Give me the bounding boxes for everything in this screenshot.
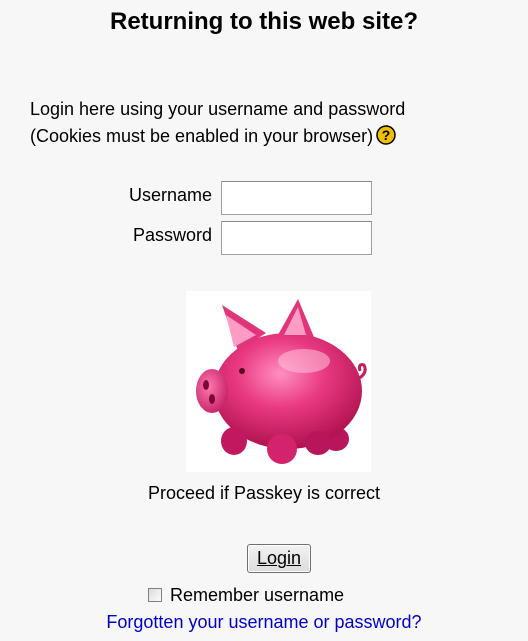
svg-text:?: ? <box>382 127 391 143</box>
username-input[interactable] <box>221 181 372 215</box>
instructions-line-2: (Cookies must be enabled in your browser… <box>30 122 528 149</box>
cookies-note: (Cookies must be enabled in your browser… <box>30 126 374 146</box>
piggy-bank-icon <box>196 299 367 464</box>
login-instructions: Login here using your username and passw… <box>30 96 528 149</box>
login-page: Returning to this web site? Login here u… <box>0 0 528 641</box>
passkey-instruction: Proceed if Passkey is correct <box>147 483 381 503</box>
passkey-image <box>186 291 371 472</box>
page-title: Returning to this web site? <box>109 8 418 35</box>
instructions-line-1: Login here using your username and passw… <box>30 99 406 119</box>
forgot-password-link[interactable]: Forgotten your username or password? <box>0 612 528 633</box>
remember-username-row[interactable]: Remember username <box>148 584 344 606</box>
username-row: Username <box>60 181 212 213</box>
username-label: Username <box>128 185 212 205</box>
password-input[interactable] <box>221 221 372 255</box>
login-button-label: Login <box>256 548 302 568</box>
remember-username-label[interactable]: Remember username <box>170 585 344 606</box>
password-label: Password <box>132 225 212 245</box>
login-button[interactable]: Login <box>247 544 311 573</box>
password-row: Password <box>60 221 212 253</box>
help-icon[interactable]: ? <box>376 125 396 145</box>
remember-username-checkbox[interactable] <box>148 588 162 602</box>
